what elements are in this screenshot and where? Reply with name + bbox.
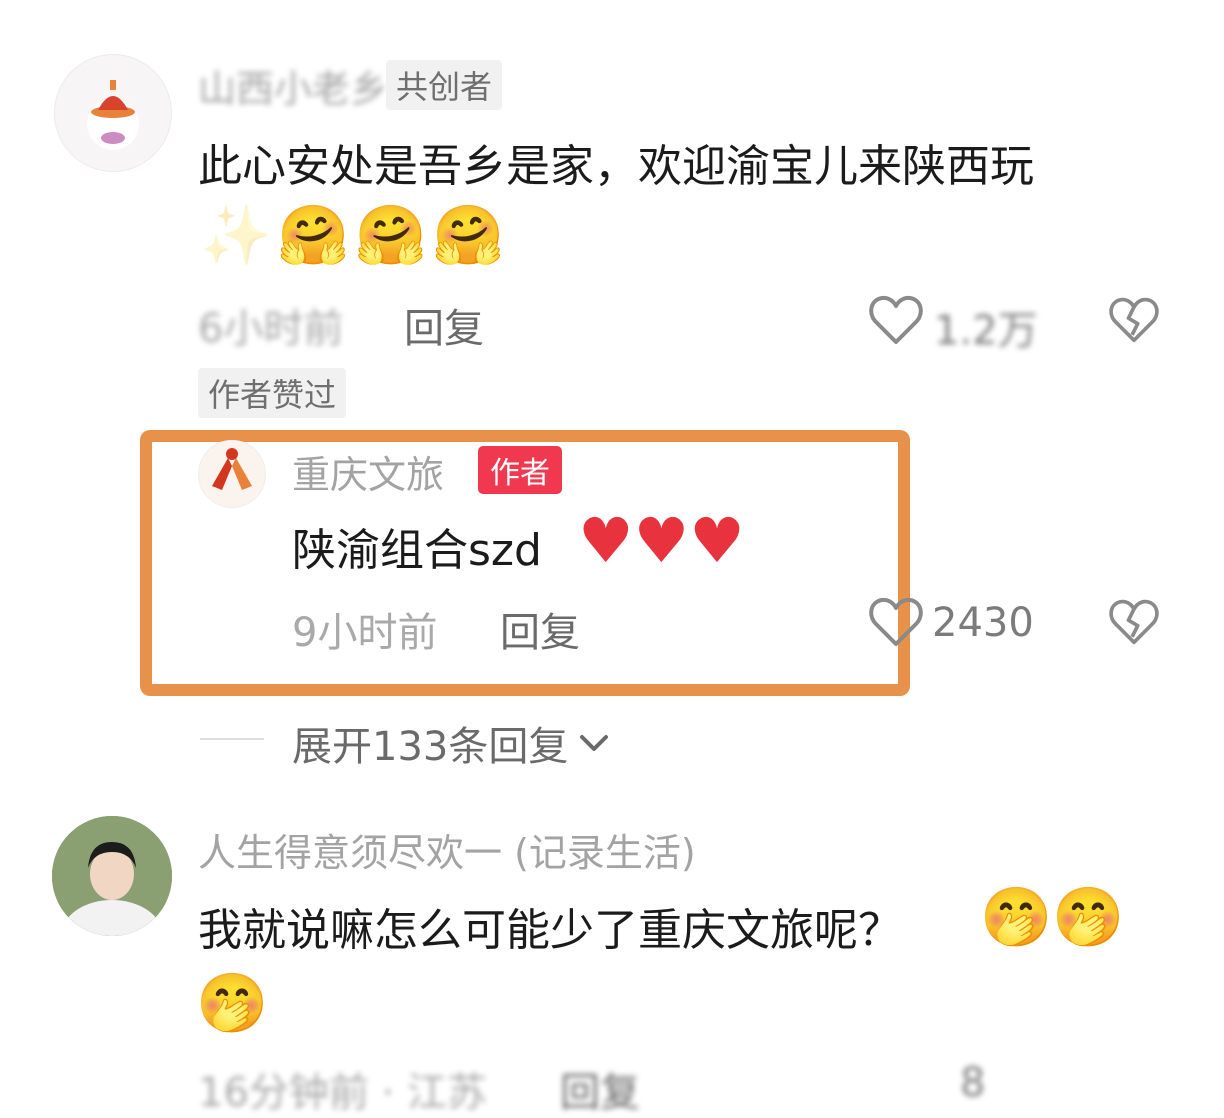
like-count: 2430 [932,600,1034,646]
comment-username[interactable]: 重庆文旅 [292,444,444,499]
cocreator-tag: 共创者 [386,60,503,110]
author-liked-badge: 作者赞过 [198,368,347,418]
comment-time: 6小时前 [198,306,344,352]
comment-time: 16分钟前 · 江苏 [198,1070,488,1116]
divider-line [200,738,264,740]
red-heart-emoji-icon: ♥ [578,504,634,577]
heart-outline-icon [869,295,923,344]
avatar-logo-image [212,448,252,490]
author-avatar[interactable] [198,440,266,508]
comment-username[interactable]: 人生得意须尽欢一 (记录生活) [198,822,696,877]
expand-replies-label: 展开133条回复 [292,724,569,770]
red-heart-emoji-icon: ♥ [689,504,745,577]
avatar[interactable] [52,816,172,936]
avatar-logo-image [87,80,139,150]
like-button[interactable] [868,294,924,350]
heart-outline-icon [869,597,923,646]
comment-emoji-row: 🤭🤭 [980,888,1124,946]
hug-emoji-icon: 🤗 [277,201,350,269]
dislike-button[interactable] [1108,296,1160,348]
comment-text: 我就说嘛怎么可能少了重庆文旅呢？ [198,905,902,956]
reply-button[interactable]: 回复 [500,600,580,658]
comment-time: 9小时前 [292,610,438,656]
like-count: 8 [960,1060,986,1106]
expand-replies-button[interactable]: 展开133条回复 [292,714,612,772]
reply-button[interactable]: 回复 [404,296,484,354]
giggle-emoji-icon: 🤭 [196,969,269,1037]
sticker-image: ✨ [200,201,273,269]
giggle-emoji-icon: 🤭 [1052,883,1125,951]
reply-button[interactable]: 回复 [560,1060,640,1118]
chevron-down-icon [580,735,609,751]
red-heart-emoji-icon: ♥ [633,504,690,577]
comment-emoji-row: ♥♥♥ [578,510,745,572]
comment-text: 陕渝组合szd [292,525,542,576]
dislike-button[interactable] [1108,598,1160,650]
comment-username[interactable]: 山西小老乡 [198,58,388,113]
hug-emoji-icon: 🤗 [354,201,427,269]
giggle-emoji-icon: 🤭 [980,883,1053,951]
like-count: 1.2万 [934,308,1038,354]
broken-heart-icon [1109,599,1159,645]
hug-emoji-icon: 🤗 [431,201,505,269]
comment-emoji-row: 🤭 [196,974,268,1032]
comment-text: 此心安处是吾乡是家，欢迎渝宝儿来陕西玩 [198,141,1034,192]
like-button[interactable] [868,596,924,652]
comment-emoji-row: ✨ 🤗 🤗 🤗 [200,206,504,264]
broken-heart-icon [1109,297,1159,343]
avatar[interactable] [54,54,172,172]
avatar-photo-image [52,816,172,936]
author-tag: 作者 [478,446,562,494]
